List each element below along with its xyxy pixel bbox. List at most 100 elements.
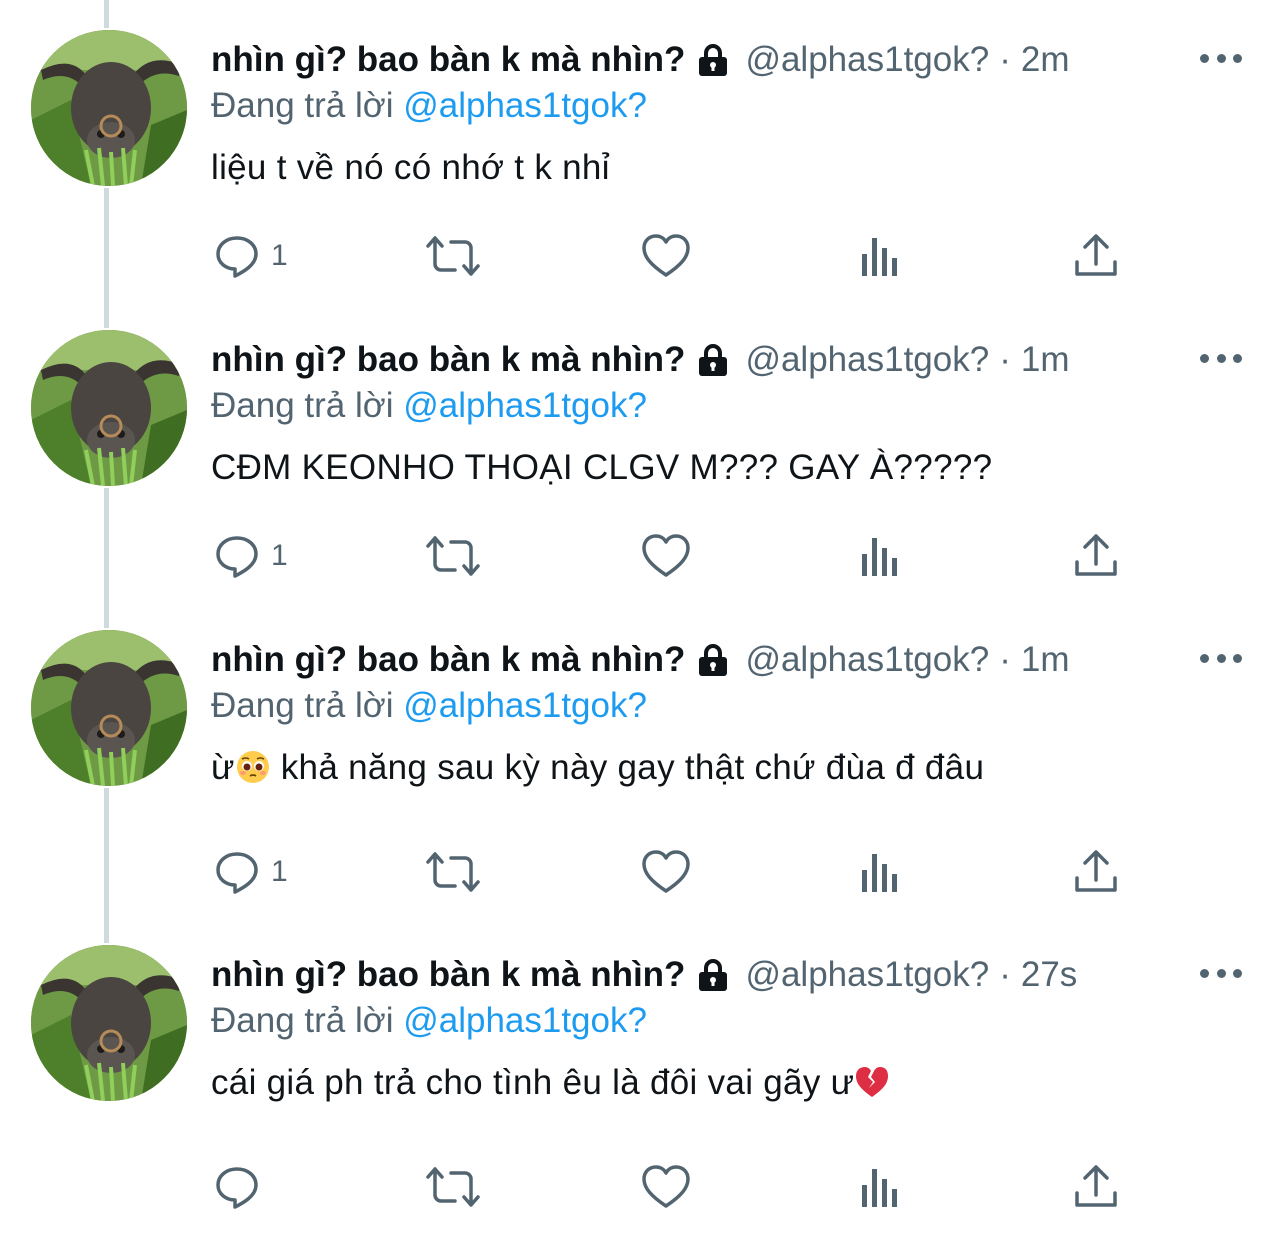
reply-icon bbox=[216, 852, 258, 894]
share-button[interactable] bbox=[1073, 1159, 1119, 1215]
tweet-header: nhìn gì? bao bàn k mà nhìn? @alphas1tgok… bbox=[211, 636, 1069, 684]
replying-to-label: Đang trả lời bbox=[211, 686, 394, 725]
views-button[interactable] bbox=[858, 1159, 902, 1215]
tweet-text-content: CĐM KEONHO THOẠI CLGV M??? GAY À????? bbox=[211, 448, 993, 487]
reply-icon bbox=[216, 1167, 258, 1209]
timestamp[interactable]: 27s bbox=[1021, 955, 1077, 995]
retweet-icon bbox=[426, 852, 480, 892]
tweet-actions: 1 bbox=[0, 528, 1284, 584]
avatar[interactable] bbox=[31, 30, 187, 186]
tweet-thread: nhìn gì? bao bàn k mà nhìn? @alphas1tgok… bbox=[0, 0, 1284, 1233]
reply-icon bbox=[216, 236, 258, 278]
views-icon bbox=[862, 538, 897, 576]
like-icon bbox=[642, 234, 690, 277]
like-icon bbox=[642, 534, 690, 577]
separator-dot: · bbox=[999, 40, 1011, 79]
lock-icon bbox=[695, 643, 731, 677]
views-button[interactable] bbox=[858, 228, 902, 284]
like-icon bbox=[642, 1165, 690, 1208]
retweet-button[interactable] bbox=[425, 528, 481, 584]
more-icon[interactable] bbox=[1200, 957, 1242, 989]
retweet-button[interactable] bbox=[425, 844, 481, 900]
tweet-text: ừ khả năng sau kỳ này gay thật chứ đùa đ… bbox=[211, 748, 984, 794]
views-button[interactable] bbox=[858, 528, 902, 584]
buffalo-avatar-image bbox=[31, 945, 187, 1101]
timestamp[interactable]: 2m bbox=[1021, 40, 1070, 80]
reply-button[interactable]: 1 bbox=[213, 228, 288, 284]
replying-to-handle[interactable]: @alphas1tgok? bbox=[403, 86, 647, 125]
broken-heart-emoji bbox=[854, 1064, 890, 1109]
reply-button[interactable] bbox=[213, 1159, 271, 1215]
replying-to: Đang trả lời @alphas1tgok? bbox=[211, 86, 647, 126]
share-button[interactable] bbox=[1073, 528, 1119, 584]
tweet-text-continued: khả năng sau kỳ này gay thật chứ đùa đ đ… bbox=[270, 748, 985, 787]
replying-to: Đang trả lời @alphas1tgok? bbox=[211, 386, 647, 426]
replying-to-label: Đang trả lời bbox=[211, 86, 394, 125]
retweet-button[interactable] bbox=[425, 1159, 481, 1215]
like-button[interactable] bbox=[641, 228, 691, 284]
like-button[interactable] bbox=[641, 844, 691, 900]
avatar[interactable] bbox=[31, 330, 187, 486]
like-button[interactable] bbox=[641, 528, 691, 584]
timestamp[interactable]: 1m bbox=[1021, 340, 1070, 380]
tweet-text: cái giá ph trả cho tình êu là đôi vai gã… bbox=[211, 1063, 890, 1109]
tweet-actions: 1 bbox=[0, 844, 1284, 900]
reply-count: 1 bbox=[271, 855, 288, 888]
pleading-face-emoji bbox=[235, 749, 271, 794]
replying-to-handle[interactable]: @alphas1tgok? bbox=[403, 1001, 647, 1040]
more-icon[interactable] bbox=[1200, 42, 1242, 74]
tweet-header: nhìn gì? bao bàn k mà nhìn? @alphas1tgok… bbox=[211, 951, 1077, 999]
display-name[interactable]: nhìn gì? bao bàn k mà nhìn? bbox=[211, 340, 685, 380]
buffalo-avatar-image bbox=[31, 630, 187, 786]
replying-to: Đang trả lời @alphas1tgok? bbox=[211, 686, 647, 726]
more-icon[interactable] bbox=[1200, 642, 1242, 674]
views-icon bbox=[862, 238, 897, 276]
tweet-text: CĐM KEONHO THOẠI CLGV M??? GAY À????? bbox=[211, 448, 992, 488]
user-handle[interactable]: @alphas1tgok? bbox=[745, 40, 989, 80]
lock-icon bbox=[695, 43, 731, 77]
share-icon bbox=[1075, 1165, 1117, 1207]
display-name[interactable]: nhìn gì? bao bàn k mà nhìn? bbox=[211, 640, 685, 680]
reply-button[interactable]: 1 bbox=[213, 528, 288, 584]
avatar[interactable] bbox=[31, 630, 187, 786]
share-button[interactable] bbox=[1073, 844, 1119, 900]
display-name[interactable]: nhìn gì? bao bàn k mà nhìn? bbox=[211, 40, 685, 80]
separator-dot: · bbox=[999, 340, 1011, 379]
replying-to-handle[interactable]: @alphas1tgok? bbox=[403, 686, 647, 725]
tweet[interactable]: nhìn gì? bao bàn k mà nhìn? @alphas1tgok… bbox=[0, 600, 1284, 915]
share-icon bbox=[1075, 850, 1117, 892]
tweet-text: liệu t về nó có nhớ t k nhỉ bbox=[211, 148, 610, 188]
display-name[interactable]: nhìn gì? bao bàn k mà nhìn? bbox=[211, 955, 685, 995]
more-icon[interactable] bbox=[1200, 342, 1242, 374]
tweet[interactable]: nhìn gì? bao bàn k mà nhìn? @alphas1tgok… bbox=[0, 915, 1284, 1230]
timestamp[interactable]: 1m bbox=[1021, 640, 1070, 680]
share-icon bbox=[1075, 234, 1117, 276]
tweet-actions bbox=[0, 1159, 1284, 1215]
views-button[interactable] bbox=[858, 844, 902, 900]
reply-icon bbox=[216, 536, 258, 578]
retweet-icon bbox=[426, 1167, 480, 1207]
buffalo-avatar-image bbox=[31, 30, 187, 186]
reply-button[interactable]: 1 bbox=[213, 844, 288, 900]
share-button[interactable] bbox=[1073, 228, 1119, 284]
like-button[interactable] bbox=[641, 1159, 691, 1215]
user-handle[interactable]: @alphas1tgok? bbox=[745, 340, 989, 380]
reply-count: 1 bbox=[271, 239, 288, 272]
tweet-text-content: liệu t về nó có nhớ t k nhỉ bbox=[211, 148, 610, 187]
share-icon bbox=[1075, 534, 1117, 576]
retweet-icon bbox=[426, 536, 480, 576]
user-handle[interactable]: @alphas1tgok? bbox=[745, 640, 989, 680]
retweet-button[interactable] bbox=[425, 228, 481, 284]
user-handle[interactable]: @alphas1tgok? bbox=[745, 955, 989, 995]
views-icon bbox=[862, 854, 897, 892]
tweet-header: nhìn gì? bao bàn k mà nhìn? @alphas1tgok… bbox=[211, 36, 1069, 84]
like-icon bbox=[642, 850, 690, 893]
avatar[interactable] bbox=[31, 945, 187, 1101]
tweet-header: nhìn gì? bao bàn k mà nhìn? @alphas1tgok… bbox=[211, 336, 1069, 384]
tweet[interactable]: nhìn gì? bao bàn k mà nhìn? @alphas1tgok… bbox=[0, 300, 1284, 615]
replying-to-handle[interactable]: @alphas1tgok? bbox=[403, 386, 647, 425]
tweet[interactable]: nhìn gì? bao bàn k mà nhìn? @alphas1tgok… bbox=[0, 0, 1284, 315]
separator-dot: · bbox=[999, 955, 1011, 994]
lock-icon bbox=[695, 343, 731, 377]
lock-icon bbox=[695, 958, 731, 992]
